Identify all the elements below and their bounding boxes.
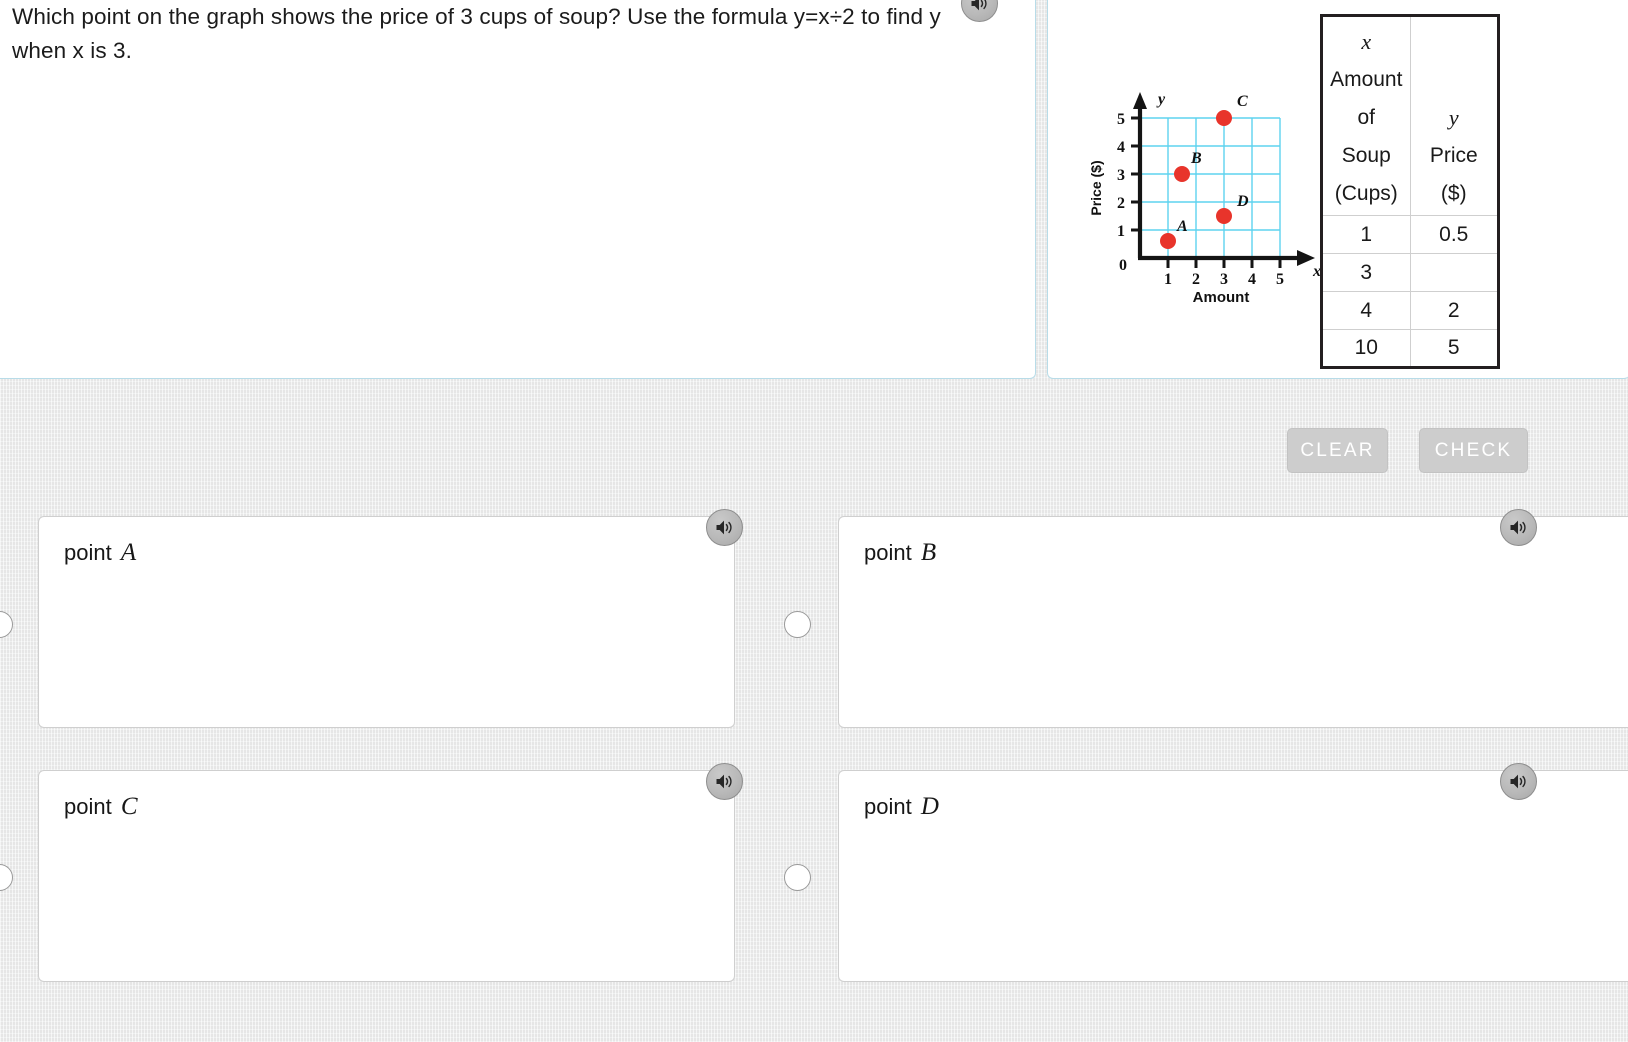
choice-d-letter: D <box>920 793 939 820</box>
data-point-d <box>1216 208 1232 224</box>
y-axis-arrow <box>1133 92 1147 109</box>
table-header-y-line2: ($) <box>1440 182 1467 205</box>
table-header-y: y Price ($) <box>1409 15 1499 216</box>
choice-b-letter: B <box>920 539 937 566</box>
table-cell-x: 3 <box>1321 253 1411 292</box>
choice-d-speaker-button[interactable] <box>1500 763 1537 800</box>
choice-c-letter: C <box>120 793 138 820</box>
choice-a-radio[interactable] <box>0 611 13 638</box>
choice-a-label: point A <box>64 539 136 567</box>
speaker-icon <box>1509 773 1528 790</box>
choice-d-box[interactable]: point D <box>838 770 1628 982</box>
table-header-x: x Amount of Soup (Cups) <box>1321 15 1411 216</box>
speaker-icon <box>715 519 734 536</box>
choice-b-radio[interactable] <box>784 611 811 638</box>
point-label-d: D <box>1236 193 1249 210</box>
point-label-c: C <box>1237 93 1248 110</box>
table-row: 4 2 <box>1321 291 1499 330</box>
speaker-icon <box>970 0 989 12</box>
y-tick-3: 3 <box>1117 167 1125 184</box>
y-tick-5: 5 <box>1117 111 1125 128</box>
table-header-y-line1: Price <box>1429 144 1478 167</box>
choice-b-prefix: point <box>864 540 918 565</box>
table-row: 1 0.5 <box>1321 215 1499 254</box>
choice-d-prefix: point <box>864 794 918 819</box>
choice-b-speaker-button[interactable] <box>1500 509 1537 546</box>
choice-c-label: point C <box>64 793 138 821</box>
data-point-a <box>1160 233 1176 249</box>
x-tick-1: 1 <box>1164 271 1172 288</box>
table-cell-x: 4 <box>1321 291 1411 330</box>
speaker-icon <box>715 773 734 790</box>
choice-a-letter: A <box>120 539 137 566</box>
table-cell-y <box>1409 253 1499 292</box>
speaker-icon <box>1509 519 1528 536</box>
y-tick-1: 1 <box>1117 223 1125 240</box>
table-row: 10 5 <box>1321 329 1499 368</box>
choice-a-speaker-button[interactable] <box>706 509 743 546</box>
table-header-x-line4: (Cups) <box>1334 182 1398 205</box>
page-root: Which point on the graph shows the price… <box>0 0 1628 1042</box>
table-header-row: x Amount of Soup (Cups) y Price ($) <box>1321 15 1499 216</box>
choice-c-box[interactable]: point C <box>38 770 735 982</box>
y-tick-4: 4 <box>1117 139 1125 156</box>
grid-lines <box>1139 117 1281 258</box>
choice-d-label: point D <box>864 793 939 821</box>
x-tick-5: 5 <box>1276 271 1284 288</box>
table-header-x-symbol: x <box>1361 29 1372 54</box>
axes <box>1137 104 1303 261</box>
point-label-a: A <box>1176 218 1188 235</box>
y-tick-2: 2 <box>1117 195 1125 212</box>
choice-c-prefix: point <box>64 794 118 819</box>
point-labels: A B C D <box>1176 93 1249 235</box>
check-button[interactable]: CHECK <box>1419 428 1528 473</box>
choice-b-label: point B <box>864 539 936 567</box>
table-header-x-line1: Amount <box>1330 68 1403 91</box>
price-amount-scatter-graph: 5 4 3 2 1 0 1 2 3 4 5 y x Price ($) Amou… <box>1085 78 1325 308</box>
x-tick-4: 4 <box>1248 271 1256 288</box>
y-tick-labels: 5 4 3 2 1 0 <box>1117 111 1127 274</box>
table-row: 3 <box>1321 253 1499 292</box>
table-cell-y: 5 <box>1409 329 1499 368</box>
soup-price-table: x Amount of Soup (Cups) y Price ($) 1 0.… <box>1320 14 1500 369</box>
x-tick-2: 2 <box>1192 271 1200 288</box>
question-panel: Which point on the graph shows the price… <box>0 0 1036 379</box>
table-header-x-line2: of <box>1357 106 1375 129</box>
x-axis-title: Amount <box>1193 289 1250 306</box>
origin-label: 0 <box>1119 257 1127 274</box>
table-header-y-symbol: y <box>1448 105 1459 130</box>
choice-b-box[interactable]: point B <box>838 516 1628 728</box>
x-tick-3: 3 <box>1220 271 1228 288</box>
choice-a-prefix: point <box>64 540 118 565</box>
table-cell-x: 1 <box>1321 215 1411 254</box>
table-header-x-line3: Soup <box>1341 144 1391 167</box>
choice-d-radio[interactable] <box>784 864 811 891</box>
table-cell-x: 10 <box>1321 329 1411 368</box>
clear-button[interactable]: CLEAR <box>1287 428 1388 473</box>
choice-c-speaker-button[interactable] <box>706 763 743 800</box>
question-text: Which point on the graph shows the price… <box>12 4 941 63</box>
point-label-b: B <box>1190 150 1202 167</box>
choice-a-box[interactable]: point A <box>38 516 735 728</box>
data-point-c <box>1216 110 1232 126</box>
table-cell-y: 0.5 <box>1409 215 1499 254</box>
table-cell-y: 2 <box>1409 291 1499 330</box>
y-axis-symbol: y <box>1156 91 1166 108</box>
choice-c-radio[interactable] <box>0 864 13 891</box>
y-axis-title: Price ($) <box>1088 160 1104 215</box>
x-tick-labels: 1 2 3 4 5 <box>1164 271 1284 288</box>
data-point-b <box>1174 166 1190 182</box>
